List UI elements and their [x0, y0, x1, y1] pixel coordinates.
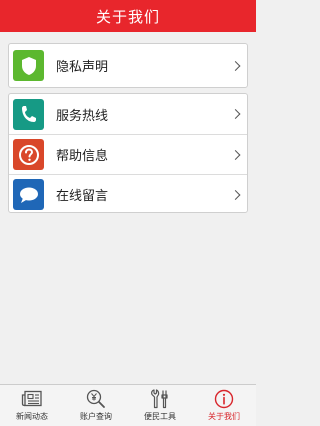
- chat-icon: [13, 179, 44, 210]
- privacy-group: 隐私声明: [8, 43, 248, 88]
- chevron-right-icon: [230, 60, 241, 71]
- top-bar: 关于我们: [0, 0, 256, 32]
- info-icon: [213, 389, 235, 409]
- tab-label: 账户查询: [80, 412, 112, 421]
- tab-label: 新闻动态: [16, 412, 48, 421]
- menu-item-privacy[interactable]: 隐私声明: [9, 44, 247, 87]
- chevron-right-icon: [230, 149, 241, 160]
- newspaper-icon: [21, 389, 43, 409]
- shield-icon: [13, 50, 44, 81]
- tab-tools[interactable]: 便民工具: [128, 385, 192, 426]
- menu-item-label: 帮助信息: [56, 149, 109, 164]
- tab-account[interactable]: 账户查询: [64, 385, 128, 426]
- tab-label: 便民工具: [144, 412, 176, 421]
- menu-item-label: 服务热线: [56, 108, 109, 124]
- tools-icon: [149, 389, 171, 409]
- question-icon: [13, 139, 44, 170]
- menu-item-label: 在线留言: [56, 189, 109, 204]
- chevron-right-icon: [230, 189, 241, 200]
- menu-item-hotline[interactable]: 服务热线: [9, 94, 247, 134]
- menu-item-message[interactable]: 在线留言: [9, 174, 247, 214]
- menu-item-help[interactable]: 帮助信息: [9, 134, 247, 174]
- phone-icon: [13, 98, 44, 130]
- menu-item-label: 隐私声明: [56, 60, 109, 75]
- tab-label: 关于我们: [208, 412, 240, 421]
- page-title: 关于我们: [95, 7, 160, 26]
- tab-about[interactable]: 关于我们: [192, 385, 256, 426]
- tab-news[interactable]: 新闻动态: [0, 385, 64, 426]
- bottom-tab-bar: 新闻动态 账户查询 便民工具 关于我们: [0, 384, 256, 426]
- yen-search-icon: [85, 389, 107, 409]
- chevron-right-icon: [230, 109, 241, 119]
- service-group: 服务热线 帮助信息 在线留言: [8, 93, 248, 213]
